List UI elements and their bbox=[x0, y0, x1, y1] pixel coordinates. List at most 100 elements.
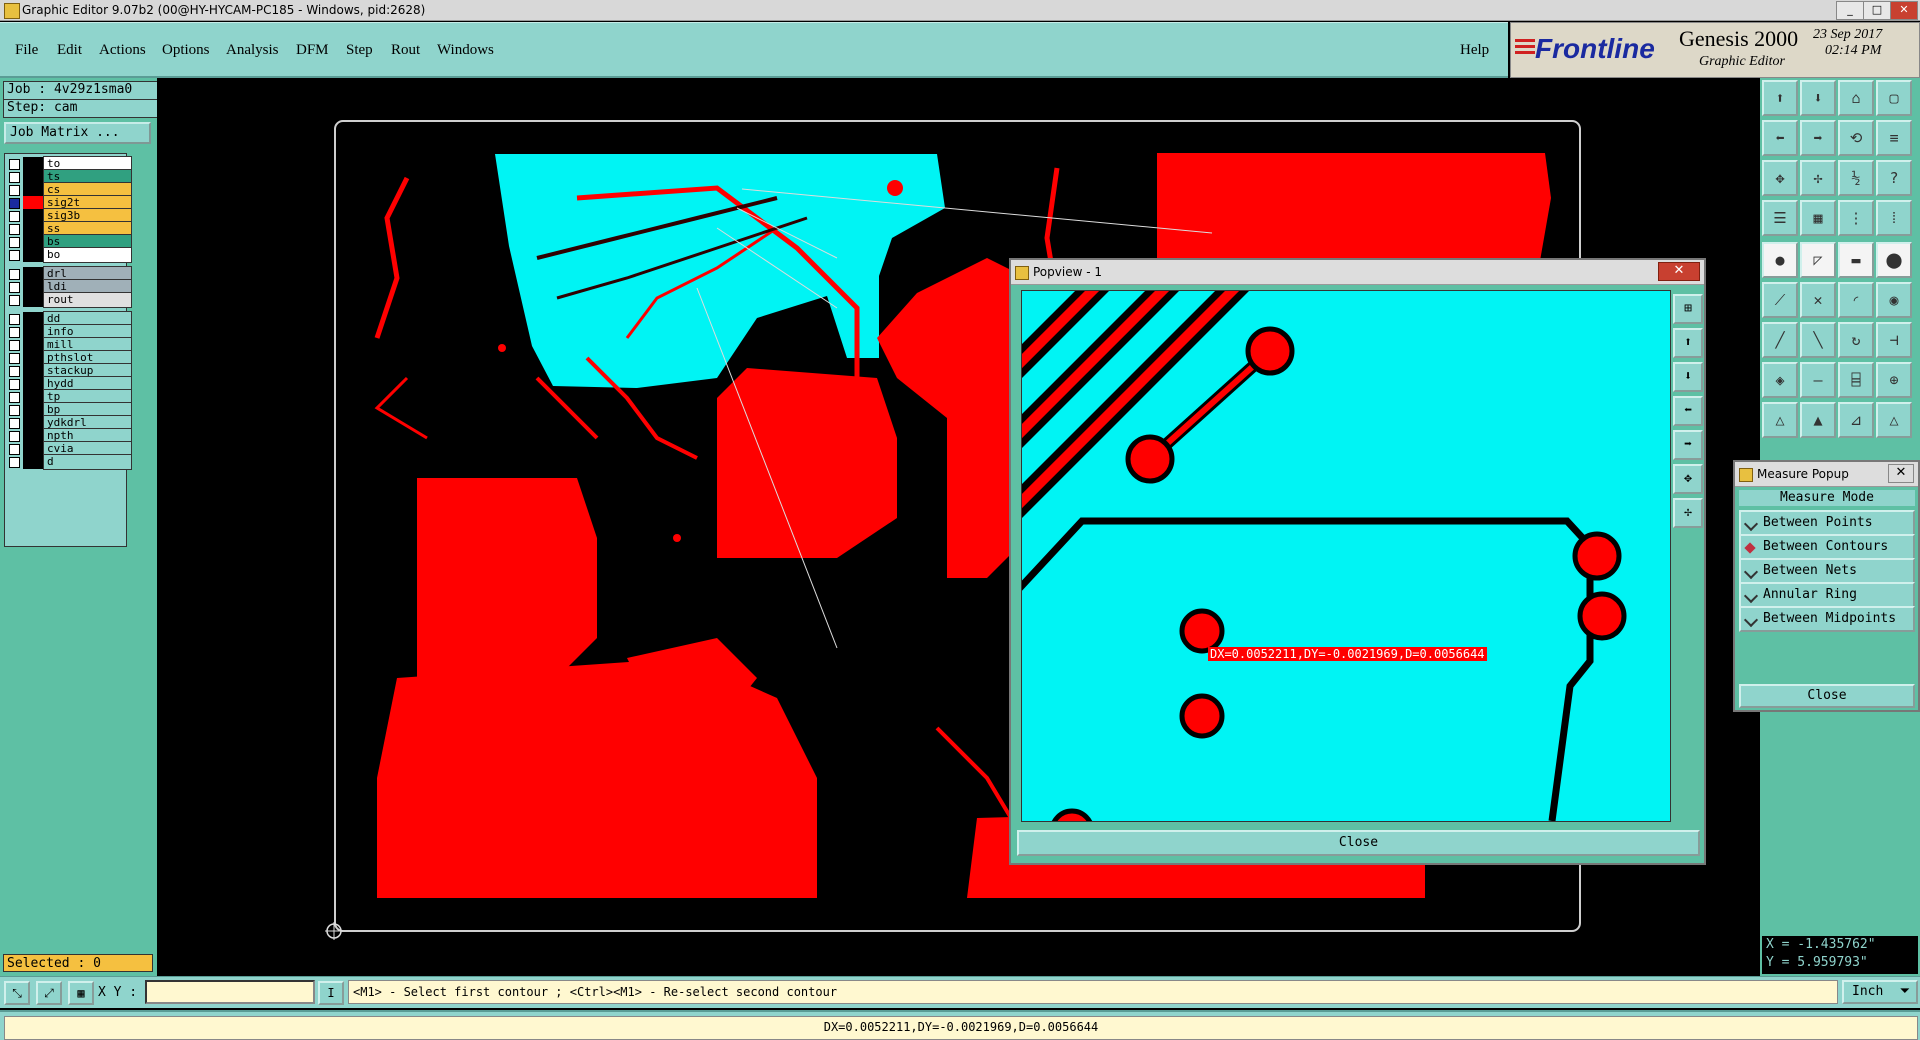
popview-title-bar[interactable]: Popview - 1 ✕ bbox=[1011, 260, 1704, 285]
draw-slash-icon[interactable]: ╱ bbox=[1762, 322, 1798, 358]
cursor-x: X = -1.435762" bbox=[1766, 937, 1876, 952]
layer-color-swatch bbox=[23, 293, 43, 307]
select-line-icon[interactable]: ▬ bbox=[1838, 242, 1874, 278]
via-pad bbox=[965, 374, 973, 382]
measure-close-x[interactable]: ✕ bbox=[1888, 464, 1914, 483]
cross-icon[interactable]: ✕ bbox=[1800, 282, 1836, 318]
popview-close-button[interactable]: Close bbox=[1017, 830, 1700, 856]
scale-icon[interactable]: ½ bbox=[1838, 160, 1874, 196]
layer-checkbox[interactable] bbox=[9, 250, 20, 261]
layer-name[interactable]: bo bbox=[43, 247, 132, 263]
layer-row-rout[interactable]: rout bbox=[5, 292, 132, 308]
rotate-icon[interactable]: ↻ bbox=[1838, 322, 1874, 358]
zoom-down-icon[interactable]: ⬇ bbox=[1800, 80, 1836, 116]
close-button[interactable]: ✕ bbox=[1890, 1, 1918, 20]
select-pad-icon[interactable]: ● bbox=[1762, 242, 1798, 278]
xy-input[interactable] bbox=[145, 980, 315, 1004]
menu-windows[interactable]: Windows bbox=[437, 42, 494, 59]
menu-rout[interactable]: Rout bbox=[391, 42, 420, 59]
menu-step[interactable]: Step bbox=[346, 42, 373, 59]
menu-help[interactable]: Help bbox=[1460, 42, 1489, 59]
menu-file[interactable]: File bbox=[15, 42, 38, 59]
zoom-home-icon[interactable]: ⬆ bbox=[1762, 80, 1798, 116]
pan-left-icon[interactable]: ⬅ bbox=[1762, 120, 1798, 156]
minimize-button[interactable]: _ bbox=[1836, 1, 1864, 20]
draw-line-icon[interactable]: ╲ bbox=[1800, 322, 1836, 358]
product-name: Genesis 2000 bbox=[1679, 26, 1799, 51]
time-display: 02:14 PM bbox=[1825, 43, 1882, 58]
help-icon[interactable]: ? bbox=[1876, 160, 1912, 196]
popview-pan-right-icon[interactable]: ➡ bbox=[1673, 430, 1703, 460]
layer-name[interactable]: rout bbox=[43, 292, 132, 308]
menu-dfm[interactable]: DFM bbox=[296, 42, 329, 59]
measure-option-between-midpoints[interactable]: Between Midpoints bbox=[1739, 606, 1915, 632]
measure-option-label: Between Contours bbox=[1763, 539, 1889, 554]
window-icon bbox=[1739, 468, 1753, 482]
layer-row-bo[interactable]: bo bbox=[5, 247, 132, 263]
measure-option-annular-ring[interactable]: Annular Ring bbox=[1739, 582, 1915, 608]
step-repeat-icon[interactable]: ⊣ bbox=[1876, 322, 1912, 358]
draw-tool-icon[interactable]: ⤢ bbox=[36, 981, 62, 1005]
layer-row-d[interactable]: d bbox=[5, 454, 132, 470]
measure-option-between-nets[interactable]: Between Nets bbox=[1739, 558, 1915, 584]
move-icon[interactable]: ✢ bbox=[1800, 160, 1836, 196]
node-icon[interactable]: ◈ bbox=[1762, 362, 1798, 398]
cursor-mode-icon[interactable]: I bbox=[318, 981, 344, 1005]
layer-checkbox[interactable] bbox=[9, 457, 20, 468]
measure-icon[interactable]: ⊿ bbox=[1838, 402, 1874, 438]
zoom-fit-icon[interactable]: ✥ bbox=[1762, 160, 1798, 196]
home-icon[interactable]: ⌂ bbox=[1838, 80, 1874, 116]
layer-name[interactable]: d bbox=[43, 454, 132, 470]
trace bbox=[535, 376, 599, 440]
target-icon[interactable]: ⊕ bbox=[1876, 362, 1912, 398]
frontline-logo: Frontline bbox=[1535, 33, 1655, 64]
pan-right-icon[interactable]: ➡ bbox=[1800, 120, 1836, 156]
popview-zoom-down-icon[interactable]: ⬇ bbox=[1673, 362, 1703, 392]
job-matrix-button[interactable]: Job Matrix ... bbox=[4, 122, 151, 144]
units-selector[interactable]: Inch ⏷ bbox=[1842, 980, 1918, 1004]
lines-icon[interactable]: ≡ bbox=[1876, 120, 1912, 156]
select-region-icon[interactable]: ◸ bbox=[1800, 242, 1836, 278]
popview-zoom-up-icon[interactable]: ⬆ bbox=[1673, 328, 1703, 358]
grid-icon[interactable]: ▦ bbox=[1800, 200, 1836, 236]
measure-title-bar[interactable]: Measure Popup ✕ bbox=[1735, 462, 1918, 487]
add-pad-icon[interactable]: ◉ bbox=[1876, 282, 1912, 318]
bracket-icon[interactable]: ⌸ bbox=[1838, 362, 1874, 398]
menu-analysis[interactable]: Analysis bbox=[226, 42, 279, 59]
popview-close-x[interactable]: ✕ bbox=[1658, 262, 1700, 281]
triangle-icon[interactable]: △ bbox=[1762, 402, 1798, 438]
measure-close-button[interactable]: Close bbox=[1739, 684, 1915, 708]
select-circle-icon[interactable]: ⬤ bbox=[1876, 242, 1912, 278]
measure-option-between-points[interactable]: Between Points bbox=[1739, 510, 1915, 536]
snap-icon[interactable]: ⋮ bbox=[1838, 200, 1874, 236]
measure-alt-icon[interactable]: △ bbox=[1876, 402, 1912, 438]
dash-icon[interactable]: — bbox=[1800, 362, 1836, 398]
popview-zoom-in-icon[interactable]: ⊞ bbox=[1673, 294, 1703, 324]
grid-tool-icon[interactable]: ▦ bbox=[68, 981, 94, 1005]
fit-screen-icon[interactable]: ▢ bbox=[1876, 80, 1912, 116]
redraw-icon[interactable]: ⟲ bbox=[1838, 120, 1874, 156]
popview-pan-left-icon[interactable]: ⬅ bbox=[1673, 396, 1703, 426]
popview-fit-icon[interactable]: ✥ bbox=[1673, 464, 1703, 494]
menu-edit[interactable]: Edit bbox=[57, 42, 82, 59]
triangle-alt-icon[interactable]: ▲ bbox=[1800, 402, 1836, 438]
add-arc-icon[interactable]: ◜ bbox=[1838, 282, 1874, 318]
snap-grid-icon[interactable]: ⁞ bbox=[1876, 200, 1912, 236]
via-pad bbox=[1125, 434, 1175, 484]
popview-canvas[interactable]: DX=0.0052211,DY=-0.0021969,D=0.0056644 bbox=[1021, 290, 1671, 822]
status-bar: DX=0.0052211,DY=-0.0021969,D=0.0056644 bbox=[0, 1010, 1920, 1040]
menu-actions[interactable]: Actions bbox=[99, 42, 146, 59]
menu-options[interactable]: Options bbox=[162, 42, 210, 59]
app-icon bbox=[4, 3, 20, 19]
date-display: 23 Sep 2017 bbox=[1813, 27, 1883, 42]
job-name: Job : 4v29z1sma0 bbox=[3, 81, 158, 100]
layers-icon[interactable]: ☰ bbox=[1762, 200, 1798, 236]
add-line-icon[interactable]: ⟋ bbox=[1762, 282, 1798, 318]
layer-checkbox[interactable] bbox=[9, 295, 20, 306]
popview-window: Popview - 1 ✕ DX=0.0052211,DY=-0.0021969… bbox=[1009, 258, 1706, 865]
measure-option-between-contours[interactable]: Between Contours bbox=[1739, 534, 1915, 560]
measure-option-label: Annular Ring bbox=[1763, 587, 1857, 602]
maximize-button[interactable]: □ bbox=[1863, 1, 1891, 20]
select-tool-icon[interactable]: ⤡ bbox=[4, 981, 30, 1005]
popview-center-icon[interactable]: ✢ bbox=[1673, 498, 1703, 528]
